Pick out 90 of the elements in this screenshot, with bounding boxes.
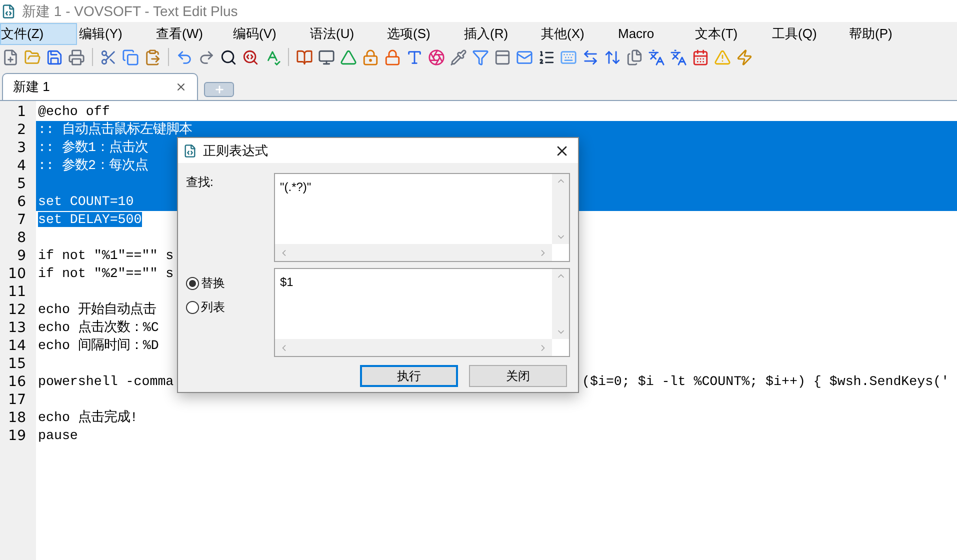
line-number: 9 bbox=[16, 247, 27, 265]
mail-icon[interactable] bbox=[516, 48, 533, 66]
book-icon[interactable] bbox=[296, 48, 313, 66]
menu-item[interactable]: 文本(T) bbox=[693, 22, 770, 44]
menu-item[interactable]: 文件(Z) bbox=[0, 22, 77, 44]
pipette-icon[interactable] bbox=[450, 48, 467, 66]
scissors-icon[interactable] bbox=[100, 48, 117, 66]
code-line: if not "%2"=="" s bbox=[38, 266, 174, 281]
translate-icon[interactable] bbox=[670, 48, 687, 66]
redo-icon[interactable] bbox=[198, 48, 215, 66]
code-line: ($i=0; $i -lt %COUNT%; $i++) { $wsh.SendKeys(' bbox=[582, 373, 950, 391]
line-number: 10 bbox=[7, 265, 27, 283]
app-icon bbox=[1, 4, 16, 18]
copy-icon[interactable] bbox=[122, 48, 139, 66]
line-number: 13 bbox=[7, 319, 27, 337]
menu-item[interactable]: 工具(Q) bbox=[770, 22, 847, 44]
lock-icon[interactable] bbox=[384, 48, 401, 66]
code-line: @echo off bbox=[38, 104, 110, 119]
menu-item[interactable]: 帮助(P) bbox=[847, 22, 924, 44]
line-number: 16 bbox=[7, 373, 27, 391]
monitor-icon[interactable] bbox=[318, 48, 335, 66]
panel-icon[interactable] bbox=[494, 48, 511, 66]
line-number: 18 bbox=[7, 409, 27, 427]
lightning-icon[interactable] bbox=[736, 48, 753, 66]
line-number: 8 bbox=[16, 229, 27, 247]
left-right-arrow-icon[interactable] bbox=[582, 48, 599, 66]
find-label: 查找: bbox=[186, 174, 214, 191]
menu-item[interactable]: 编辑(Y) bbox=[77, 22, 154, 44]
dialog-button[interactable]: 执行 bbox=[360, 365, 458, 387]
menu-item[interactable]: 查看(W) bbox=[154, 22, 231, 44]
color-wheel-icon[interactable] bbox=[428, 48, 445, 66]
pages-icon[interactable] bbox=[626, 48, 643, 66]
undo-icon[interactable] bbox=[176, 48, 193, 66]
code-line: echo 点击次数：%C bbox=[38, 320, 159, 335]
line-number: 14 bbox=[7, 337, 27, 355]
paste-icon[interactable] bbox=[144, 48, 161, 66]
line-number: 6 bbox=[16, 193, 27, 211]
vertical-scrollbar[interactable] bbox=[552, 269, 569, 339]
app-icon bbox=[183, 144, 197, 158]
line-number: 11 bbox=[7, 283, 27, 301]
save-icon[interactable] bbox=[46, 48, 63, 66]
line-number: 4 bbox=[16, 157, 27, 175]
calendar-icon[interactable] bbox=[692, 48, 709, 66]
printer-icon[interactable] bbox=[68, 48, 85, 66]
menu-item[interactable]: 选项(S) bbox=[385, 22, 462, 44]
replace-icon[interactable] bbox=[242, 48, 259, 66]
menu-item[interactable]: 编码(V) bbox=[231, 22, 308, 44]
menu-item[interactable]: 其他(X) bbox=[539, 22, 616, 44]
code-line: echo 间隔时间：%D bbox=[38, 338, 159, 353]
line-number: 5 bbox=[16, 175, 27, 193]
code-line: pause bbox=[38, 428, 78, 443]
horizontal-scrollbar[interactable] bbox=[275, 244, 552, 261]
code-line: if not "%1"=="" s bbox=[38, 248, 174, 263]
window-title: 新建 1 - VOVSOFT - Text Edit Plus bbox=[22, 2, 238, 20]
document-tab[interactable]: 新建 1 bbox=[2, 73, 198, 100]
up-down-arrow-icon[interactable] bbox=[604, 48, 621, 66]
line-number: 3 bbox=[16, 139, 27, 157]
line-number: 15 bbox=[7, 355, 27, 373]
code-line: echo 点击完成! bbox=[38, 410, 138, 425]
close-icon[interactable] bbox=[175, 81, 187, 93]
new-tab-button[interactable] bbox=[204, 82, 234, 97]
line-number: 7 bbox=[16, 211, 27, 229]
triangle-icon[interactable] bbox=[340, 48, 357, 66]
menu-item[interactable]: Macro bbox=[616, 22, 693, 44]
search-icon[interactable] bbox=[220, 48, 237, 66]
text-icon[interactable] bbox=[406, 48, 423, 66]
menu-item[interactable]: 语法(U) bbox=[308, 22, 385, 44]
radio-option[interactable]: 列表 bbox=[186, 298, 264, 316]
new-file-icon[interactable] bbox=[2, 48, 19, 66]
radio-option[interactable]: 替换 bbox=[186, 274, 264, 292]
warning-icon[interactable] bbox=[714, 48, 731, 66]
line-number: 19 bbox=[7, 427, 27, 445]
code-line: echo 开始自动点击 bbox=[38, 302, 156, 317]
line-number: 17 bbox=[7, 391, 27, 409]
folder-icon[interactable] bbox=[24, 48, 41, 66]
plus-icon bbox=[214, 84, 224, 95]
dialog-button[interactable]: 关闭 bbox=[469, 365, 567, 387]
menu-item[interactable]: 插入(R) bbox=[462, 22, 539, 44]
vertical-scrollbar[interactable] bbox=[552, 174, 569, 244]
horizontal-scrollbar[interactable] bbox=[275, 339, 552, 356]
translate-icon[interactable] bbox=[648, 48, 665, 66]
lock-icon[interactable] bbox=[362, 48, 379, 66]
numbered-list-icon[interactable] bbox=[538, 48, 555, 66]
line-number: 2 bbox=[16, 121, 27, 139]
keyboard-icon[interactable] bbox=[560, 48, 577, 66]
code-line: powershell -comma bbox=[38, 374, 174, 389]
line-number: 1 bbox=[16, 103, 27, 121]
line-number: 12 bbox=[7, 301, 27, 319]
dialog-title: 正则表达式 bbox=[203, 142, 269, 160]
filter-icon[interactable] bbox=[472, 48, 489, 66]
